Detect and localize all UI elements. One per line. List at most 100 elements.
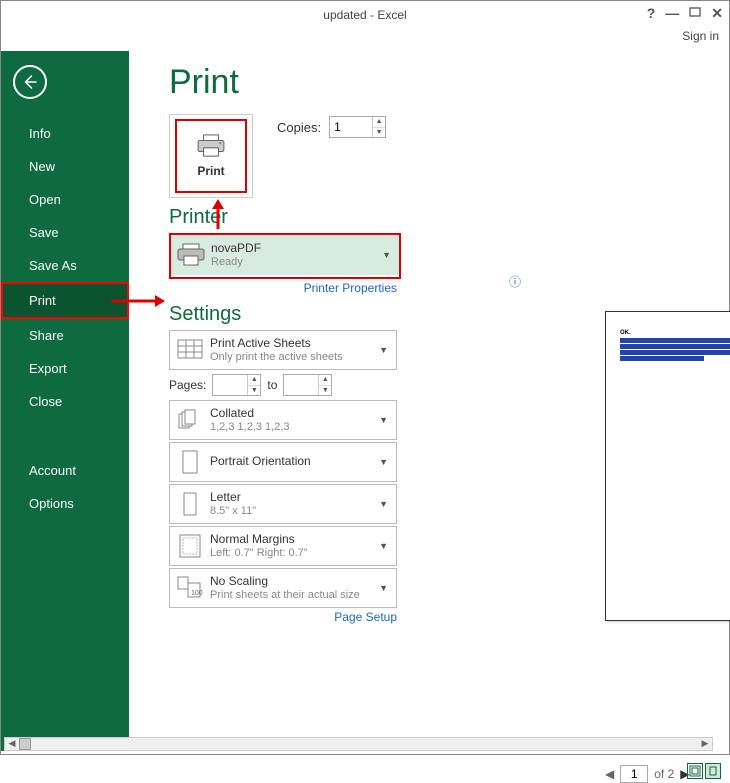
spin-up-icon[interactable]: ▲ <box>373 117 385 128</box>
page-of-label: of 2 <box>654 767 674 781</box>
scrollbar-thumb[interactable] <box>19 738 31 750</box>
margins-selector[interactable]: Normal Margins Left: 0.7" Right: 0.7" ▼ <box>169 526 397 566</box>
collation-selector[interactable]: Collated 1,2,3 1,2,3 1,2,3 ▼ <box>169 400 397 440</box>
chevron-down-icon: ▼ <box>379 457 388 467</box>
scaling-icon: 100 <box>174 573 206 603</box>
scroll-left-icon[interactable]: ◀ <box>5 738 19 750</box>
chevron-down-icon: ▼ <box>382 250 391 260</box>
printer-selector[interactable]: novaPDF Ready ▼ <box>171 235 399 275</box>
page-setup-link[interactable]: Page Setup <box>169 610 397 624</box>
maximize-icon[interactable] <box>689 5 701 22</box>
prev-page-icon[interactable]: ◀ <box>605 767 614 781</box>
chevron-down-icon: ▼ <box>379 541 388 551</box>
scaling-sub: Print sheets at their actual size <box>210 589 360 602</box>
sidebar-item-share[interactable]: Share <box>1 319 129 352</box>
print-what-selector[interactable]: Print Active Sheets Only print the activ… <box>169 330 397 370</box>
sidebar-item-export[interactable]: Export <box>1 352 129 385</box>
pages-from-input[interactable] <box>213 375 247 395</box>
scaling-selector[interactable]: 100 No Scaling Print sheets at their act… <box>169 568 397 608</box>
orientation-selector[interactable]: Portrait Orientation ▼ <box>169 442 397 482</box>
pages-to-spinner[interactable]: ▲▼ <box>283 374 332 396</box>
paper-title: Letter <box>210 491 256 505</box>
copies-label: Copies: <box>277 120 321 135</box>
back-button[interactable] <box>13 65 47 99</box>
pages-to-input[interactable] <box>284 375 318 395</box>
sidebar-item-save-as[interactable]: Save As <box>1 249 129 282</box>
paper-text: Letter 8.5" x 11" <box>210 491 256 517</box>
sign-in-link[interactable]: Sign in <box>1 29 729 51</box>
printer-icon <box>196 134 226 158</box>
callout-arrow-vertical-icon <box>210 199 226 229</box>
svg-text:100: 100 <box>191 590 203 597</box>
orientation-title: Portrait Orientation <box>210 455 311 469</box>
copies-input[interactable] <box>330 117 372 137</box>
window-title: updated - Excel <box>323 8 406 22</box>
chevron-down-icon: ▼ <box>379 415 388 425</box>
sidebar-item-close[interactable]: Close <box>1 385 129 418</box>
spin-up-icon[interactable]: ▲ <box>319 375 331 386</box>
spin-up-icon[interactable]: ▲ <box>248 375 260 386</box>
preview-text-line <box>620 350 730 355</box>
sidebar-item-options[interactable]: Options <box>1 487 129 520</box>
current-page-input[interactable] <box>620 765 648 783</box>
printer-section-heading: Printer <box>169 206 729 229</box>
spin-down-icon[interactable]: ▼ <box>319 386 331 396</box>
help-icon[interactable]: ? <box>647 5 656 22</box>
copies-block: Copies: ▲ ▼ <box>277 116 386 138</box>
backstage-sidebar: Info New Open Save Save As Print Share E… <box>1 51 129 751</box>
titlebar: updated - Excel ? — ✕ <box>1 1 729 29</box>
sidebar-item-info[interactable]: Info <box>1 117 129 150</box>
printer-status: Ready <box>211 256 261 269</box>
sidebar-item-new[interactable]: New <box>1 150 129 183</box>
chevron-down-icon: ▼ <box>379 499 388 509</box>
sidebar-item-label: Print <box>29 293 56 308</box>
collation-text: Collated 1,2,3 1,2,3 1,2,3 <box>210 407 290 433</box>
spin-down-icon[interactable]: ▼ <box>248 386 260 396</box>
printer-info-icon[interactable]: ⓘ <box>509 273 521 290</box>
close-icon[interactable]: ✕ <box>711 5 723 22</box>
zoom-to-page-icon[interactable] <box>705 763 721 779</box>
orientation-text: Portrait Orientation <box>210 455 311 469</box>
printer-name: novaPDF <box>211 242 261 256</box>
scaling-text: No Scaling Print sheets at their actual … <box>210 575 360 601</box>
sidebar-item-account[interactable]: Account <box>1 454 129 487</box>
pages-from-spinner[interactable]: ▲▼ <box>212 374 261 396</box>
chevron-down-icon: ▼ <box>379 583 388 593</box>
print-button-highlight: Print <box>175 119 247 193</box>
paper-size-selector[interactable]: Letter 8.5" x 11" ▼ <box>169 484 397 524</box>
margins-text: Normal Margins Left: 0.7" Right: 0.7" <box>210 533 308 559</box>
sheets-icon <box>174 335 206 365</box>
preview-text-line <box>620 338 730 343</box>
print-what-sub: Only print the active sheets <box>210 351 343 364</box>
collated-icon <box>174 405 206 435</box>
portrait-icon <box>174 447 206 477</box>
print-what-title: Print Active Sheets <box>210 337 343 351</box>
spin-down-icon[interactable]: ▼ <box>373 128 385 138</box>
show-margins-icon[interactable] <box>687 763 703 779</box>
spinner-arrows: ▲ ▼ <box>372 117 385 137</box>
scroll-right-icon[interactable]: ▶ <box>698 738 712 750</box>
page-title: Print <box>169 63 729 102</box>
printer-device-icon <box>175 240 207 270</box>
print-button[interactable]: Print <box>169 114 253 198</box>
margins-title: Normal Margins <box>210 533 308 547</box>
pages-to-label: to <box>267 378 277 392</box>
preview-text-line <box>620 344 730 349</box>
page-navigator: ◀ of 2 ▶ <box>605 765 689 783</box>
horizontal-scrollbar[interactable]: ◀ ▶ <box>4 737 713 751</box>
pages-label: Pages: <box>169 378 206 392</box>
page-icon <box>174 489 206 519</box>
sidebar-item-save[interactable]: Save <box>1 216 129 249</box>
sidebar-item-open[interactable]: Open <box>1 183 129 216</box>
print-what-text: Print Active Sheets Only print the activ… <box>210 337 343 363</box>
content-panel: Print Print Copies: <box>129 51 729 751</box>
margins-sub: Left: 0.7" Right: 0.7" <box>210 547 308 560</box>
copies-spinner[interactable]: ▲ ▼ <box>329 116 386 138</box>
back-arrow-icon <box>21 73 39 91</box>
preview-view-controls <box>687 763 721 779</box>
preview-text-line <box>620 356 730 361</box>
minimize-icon[interactable]: — <box>665 5 679 22</box>
sidebar-item-print[interactable]: Print <box>1 282 129 319</box>
window-controls: ? — ✕ <box>647 5 723 22</box>
printer-properties-link[interactable]: Printer Properties <box>169 281 397 295</box>
